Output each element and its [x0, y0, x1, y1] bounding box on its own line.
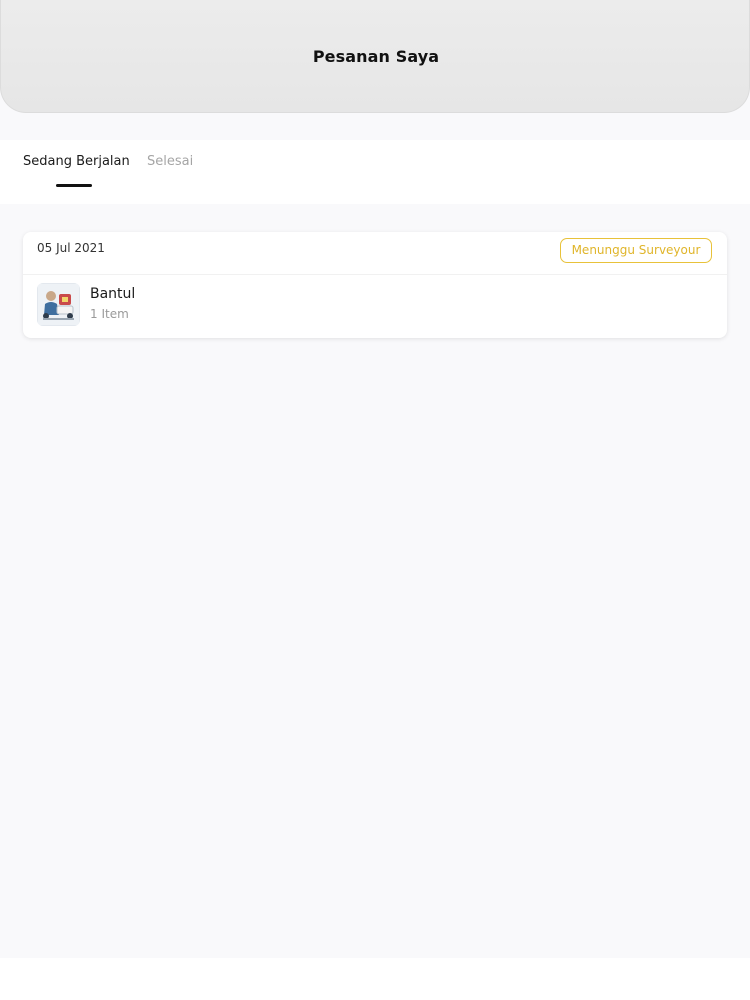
page-title: Pesanan Saya: [312, 47, 440, 66]
product-thumbnail: [37, 283, 80, 326]
order-item-count: 1 Item: [90, 307, 129, 321]
card-divider: [23, 274, 727, 275]
bottom-bar: [0, 958, 750, 1000]
status-badge: Menunggu Surveyour: [560, 238, 712, 263]
order-tabs: Sedang Berjalan Selesai: [0, 140, 750, 204]
tab-sedang-berjalan[interactable]: Sedang Berjalan: [23, 154, 130, 169]
active-tab-indicator: [56, 184, 92, 187]
header: Pesanan Saya: [0, 0, 750, 113]
order-card[interactable]: 05 Jul 2021 Menunggu Surveyour Bantul 1 …: [23, 232, 727, 338]
tab-selesai[interactable]: Selesai: [147, 154, 193, 169]
order-date: 05 Jul 2021: [37, 241, 105, 255]
order-location: Bantul: [90, 286, 136, 302]
product-image-icon: [37, 283, 80, 326]
orders-page: Pesanan Saya Sedang Berjalan Selesai 05 …: [0, 0, 750, 1000]
